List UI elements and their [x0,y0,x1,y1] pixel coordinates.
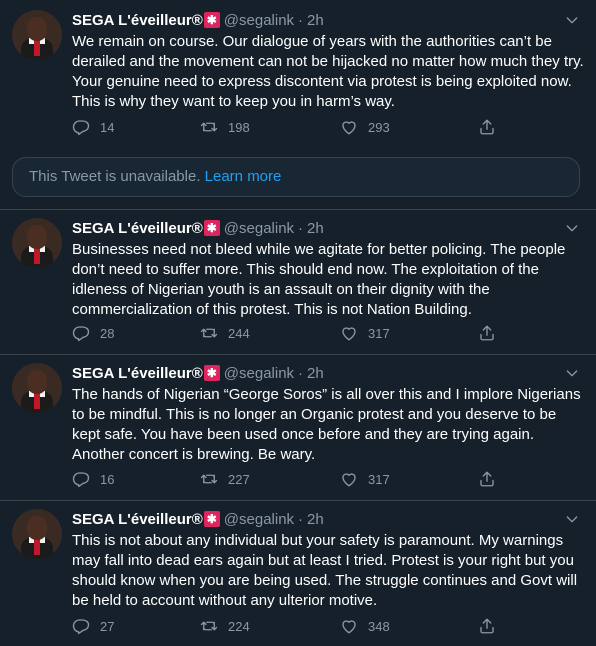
like-icon [340,470,358,488]
siren-emoji-icon: ✱ [203,365,220,381]
avatar[interactable] [12,363,62,413]
handle[interactable]: @segalink [224,365,294,382]
tweet-text: We remain on course. Our dialogue of yea… [72,33,584,110]
siren-emoji-icon: ✱ [203,220,220,236]
reply-button[interactable]: 27 [72,617,114,635]
like-count: 293 [368,119,390,135]
like-button[interactable]: 348 [340,617,390,635]
avatar[interactable] [12,10,62,60]
like-button[interactable]: 317 [340,324,390,342]
timestamp[interactable]: 2h [307,511,324,528]
separator-dot: · [298,11,304,29]
chevron-down-icon[interactable] [564,220,580,236]
reply-button[interactable]: 14 [72,118,114,136]
tweet-text: This is not about any individual but you… [72,532,578,609]
separator-dot: · [298,510,304,528]
like-button[interactable]: 317 [340,470,390,488]
avatar[interactable] [12,218,62,268]
retweet-icon [200,118,218,136]
share-icon [478,118,496,136]
like-icon [340,118,358,136]
retweet-icon [200,324,218,342]
display-name[interactable]: SEGA L'éveilleur® [72,365,203,382]
reply-count: 16 [100,471,115,487]
retweet-button[interactable]: 244 [200,324,250,342]
tweet-text: The hands of Nigerian “George Soros” is … [72,386,581,463]
like-button[interactable]: 293 [340,118,390,136]
handle[interactable]: @segalink [224,220,294,237]
tweet-actions: 14 198 293 [72,118,572,138]
learn-more-link[interactable]: Learn more [205,168,282,185]
handle[interactable]: @segalink [224,12,294,29]
reply-count: 28 [100,325,115,341]
separator-dot: · [298,219,304,237]
retweet-icon [200,617,218,635]
unavailable-tweet-notice: This Tweet is unavailable. Learn more [12,157,580,197]
tweet-header: SEGA L'éveilleur® ✱ @segalink · 2h [72,362,324,384]
share-button[interactable] [478,617,506,635]
tweet[interactable]: SEGA L'éveilleur® ✱ @segalink · 2h This … [0,501,596,646]
unavailable-message: This Tweet is unavailable. [29,168,201,185]
chevron-down-icon[interactable] [564,511,580,527]
chevron-down-icon[interactable] [564,365,580,381]
reply-icon [72,324,90,342]
like-count: 317 [368,471,390,487]
tweet-actions: 16 227 317 [72,470,572,490]
tweet-actions: 27 224 348 [72,617,572,637]
like-count: 348 [368,618,390,634]
tweet-header: SEGA L'éveilleur® ✱ @segalink · 2h [72,508,324,530]
avatar[interactable] [12,509,62,559]
reply-count: 14 [100,119,115,135]
display-name[interactable]: SEGA L'éveilleur® [72,220,203,237]
display-name[interactable]: SEGA L'éveilleur® [72,511,203,528]
retweet-count: 244 [228,325,250,341]
tweet[interactable]: SEGA L'éveilleur® ✱ @segalink · 2h We re… [0,0,596,146]
separator-dot: · [298,364,304,382]
siren-emoji-icon: ✱ [203,12,220,28]
tweet-header: SEGA L'éveilleur® ✱ @segalink · 2h [72,217,324,239]
retweet-count: 227 [228,471,250,487]
share-button[interactable] [478,470,506,488]
share-icon [478,617,496,635]
like-icon [340,617,358,635]
reply-count: 27 [100,618,115,634]
reply-icon [72,470,90,488]
like-icon [340,324,358,342]
retweet-count: 198 [228,119,250,135]
reply-icon [72,617,90,635]
tweet-actions: 28 244 317 [72,324,572,344]
tweet[interactable]: SEGA L'éveilleur® ✱ @segalink · 2h Busin… [0,210,596,355]
share-icon [478,470,496,488]
share-button[interactable] [478,118,506,136]
tweet[interactable]: SEGA L'éveilleur® ✱ @segalink · 2h The h… [0,355,596,501]
reply-button[interactable]: 16 [72,470,114,488]
tweet-text: Businesses need not bleed while we agita… [72,241,566,318]
handle[interactable]: @segalink [224,511,294,528]
siren-emoji-icon: ✱ [203,511,220,527]
share-button[interactable] [478,324,506,342]
reply-icon [72,118,90,136]
tweet-header: SEGA L'éveilleur® ✱ @segalink · 2h [72,9,324,31]
chevron-down-icon[interactable] [564,12,580,28]
timestamp[interactable]: 2h [307,220,324,237]
timestamp[interactable]: 2h [307,365,324,382]
timestamp[interactable]: 2h [307,12,324,29]
like-count: 317 [368,325,390,341]
retweet-button[interactable]: 224 [200,617,250,635]
reply-button[interactable]: 28 [72,324,114,342]
retweet-button[interactable]: 227 [200,470,250,488]
display-name[interactable]: SEGA L'éveilleur® [72,12,203,29]
retweet-icon [200,470,218,488]
retweet-count: 224 [228,618,250,634]
share-icon [478,324,496,342]
retweet-button[interactable]: 198 [200,118,250,136]
